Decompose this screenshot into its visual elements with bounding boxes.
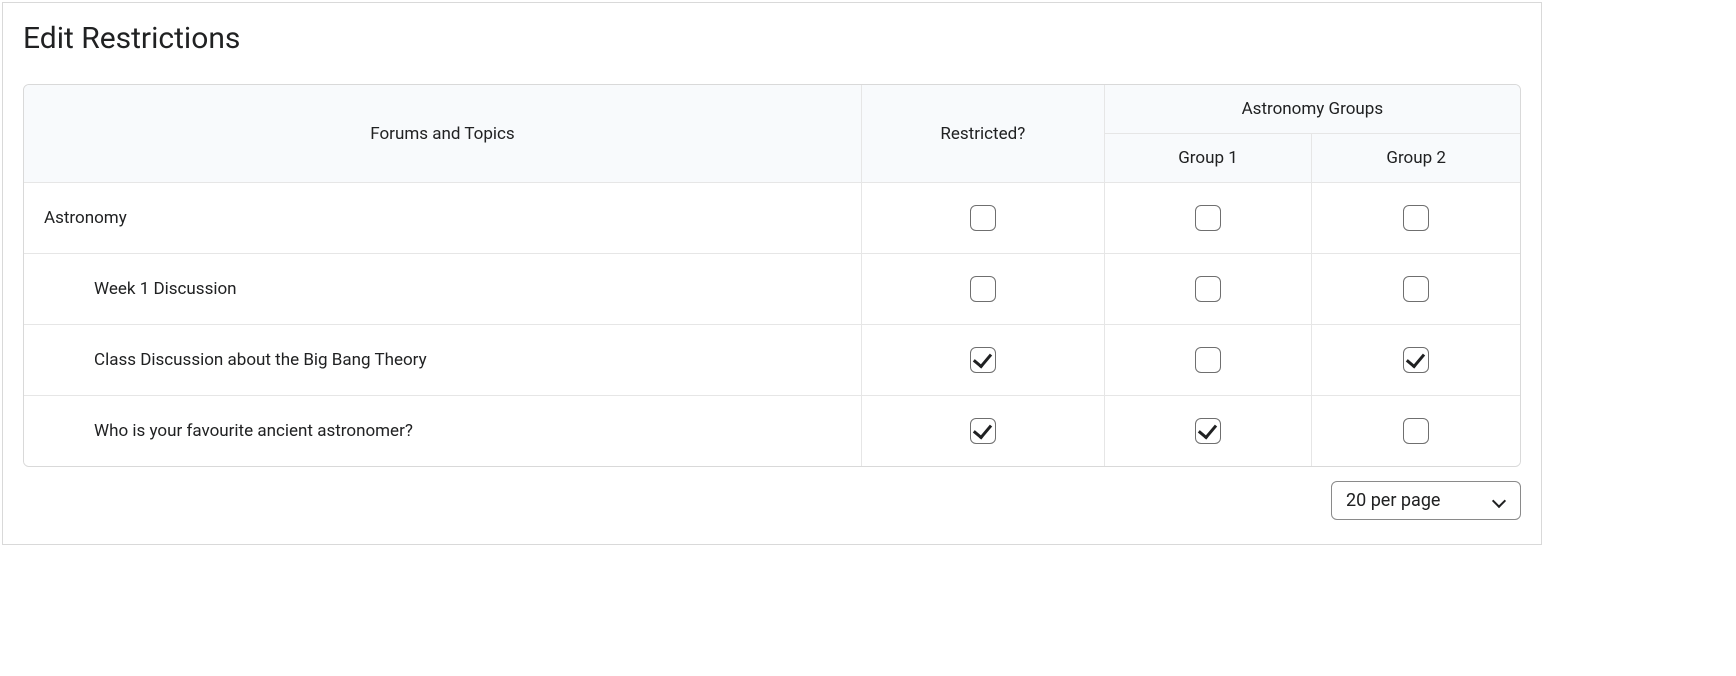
table-row: Class Discussion about the Big Bang Theo… (24, 325, 1520, 396)
checkbox-restricted[interactable] (970, 347, 996, 373)
cell-group1 (1105, 325, 1313, 396)
checkbox-group2[interactable] (1403, 347, 1429, 373)
checkbox-group1[interactable] (1195, 347, 1221, 373)
per-page-select[interactable]: 20 per page (1331, 481, 1521, 520)
checkbox-group2[interactable] (1403, 276, 1429, 302)
checkbox-group1[interactable] (1195, 418, 1221, 444)
checkbox-restricted[interactable] (970, 205, 996, 231)
table-row: Who is your favourite ancient astronomer… (24, 396, 1520, 466)
cell-restricted (862, 183, 1105, 254)
cell-group2 (1312, 396, 1520, 466)
row-name-label: Who is your favourite ancient astronomer… (44, 421, 413, 441)
row-name-label: Week 1 Discussion (44, 279, 237, 299)
restrictions-table: Forums and Topics Restricted? Astronomy … (23, 84, 1521, 467)
cell-group1 (1105, 396, 1313, 466)
column-header-group2: Group 2 (1312, 134, 1520, 183)
cell-restricted (862, 325, 1105, 396)
column-header-group1: Group 1 (1105, 134, 1313, 183)
row-name: Week 1 Discussion (24, 254, 862, 325)
cell-group2 (1312, 183, 1520, 254)
column-header-restricted: Restricted? (862, 85, 1105, 183)
chevron-down-icon (1492, 494, 1506, 508)
edit-restrictions-panel: Edit Restrictions Forums and Topics Rest… (2, 2, 1542, 545)
checkbox-restricted[interactable] (970, 276, 996, 302)
row-name-label: Class Discussion about the Big Bang Theo… (44, 350, 427, 370)
checkbox-group2[interactable] (1403, 205, 1429, 231)
row-name: Who is your favourite ancient astronomer… (24, 396, 862, 466)
column-header-forums: Forums and Topics (24, 85, 862, 183)
cell-restricted (862, 254, 1105, 325)
row-name: Class Discussion about the Big Bang Theo… (24, 325, 862, 396)
page-title: Edit Restrictions (23, 21, 1521, 56)
row-name: Astronomy (24, 183, 862, 254)
table-row: Astronomy (24, 183, 1520, 254)
column-header-group-category: Astronomy Groups (1105, 85, 1520, 134)
checkbox-group1[interactable] (1195, 276, 1221, 302)
cell-group1 (1105, 254, 1313, 325)
checkbox-restricted[interactable] (970, 418, 996, 444)
cell-group2 (1312, 325, 1520, 396)
cell-restricted (862, 396, 1105, 466)
checkbox-group2[interactable] (1403, 418, 1429, 444)
cell-group2 (1312, 254, 1520, 325)
pager-row: 20 per page (23, 481, 1521, 520)
cell-group1 (1105, 183, 1313, 254)
per-page-label: 20 per page (1346, 490, 1440, 511)
checkbox-group1[interactable] (1195, 205, 1221, 231)
table-row: Week 1 Discussion (24, 254, 1520, 325)
row-name-label: Astronomy (44, 208, 127, 228)
